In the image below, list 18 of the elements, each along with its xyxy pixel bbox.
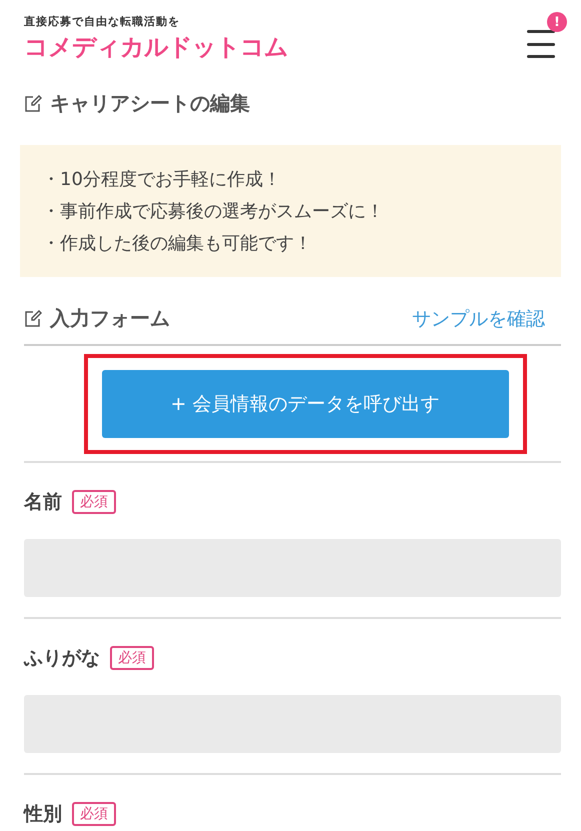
tagline: 直接応募で自由な転職活動を [24,14,181,29]
edit-icon [24,310,42,328]
page-title: キャリアシートの編集 [50,90,250,117]
required-tag: 必須 [110,646,154,670]
notification-badge: ! [547,12,567,32]
site-logo[interactable]: コメディカルドットコム [24,31,288,63]
required-tag: 必須 [72,802,116,826]
required-tag: 必須 [72,490,116,514]
edit-icon [24,94,42,112]
notice-text: ・10分程度でお手軽に作成！ [42,168,282,191]
sample-link[interactable]: サンプルを確認 [412,306,545,332]
notice-text: ・作成した後の編集も可能です！ [42,232,313,255]
field-label: 性別 [24,802,62,827]
notice-text: ・事前作成で応募後の選考がスムーズに！ [42,200,385,223]
section-title: 入力フォーム [50,305,170,332]
import-button[interactable]: + 会員情報のデータを呼び出す [102,370,508,438]
field-label: ふりがな [24,646,100,671]
field-label: 名前 [24,490,62,515]
